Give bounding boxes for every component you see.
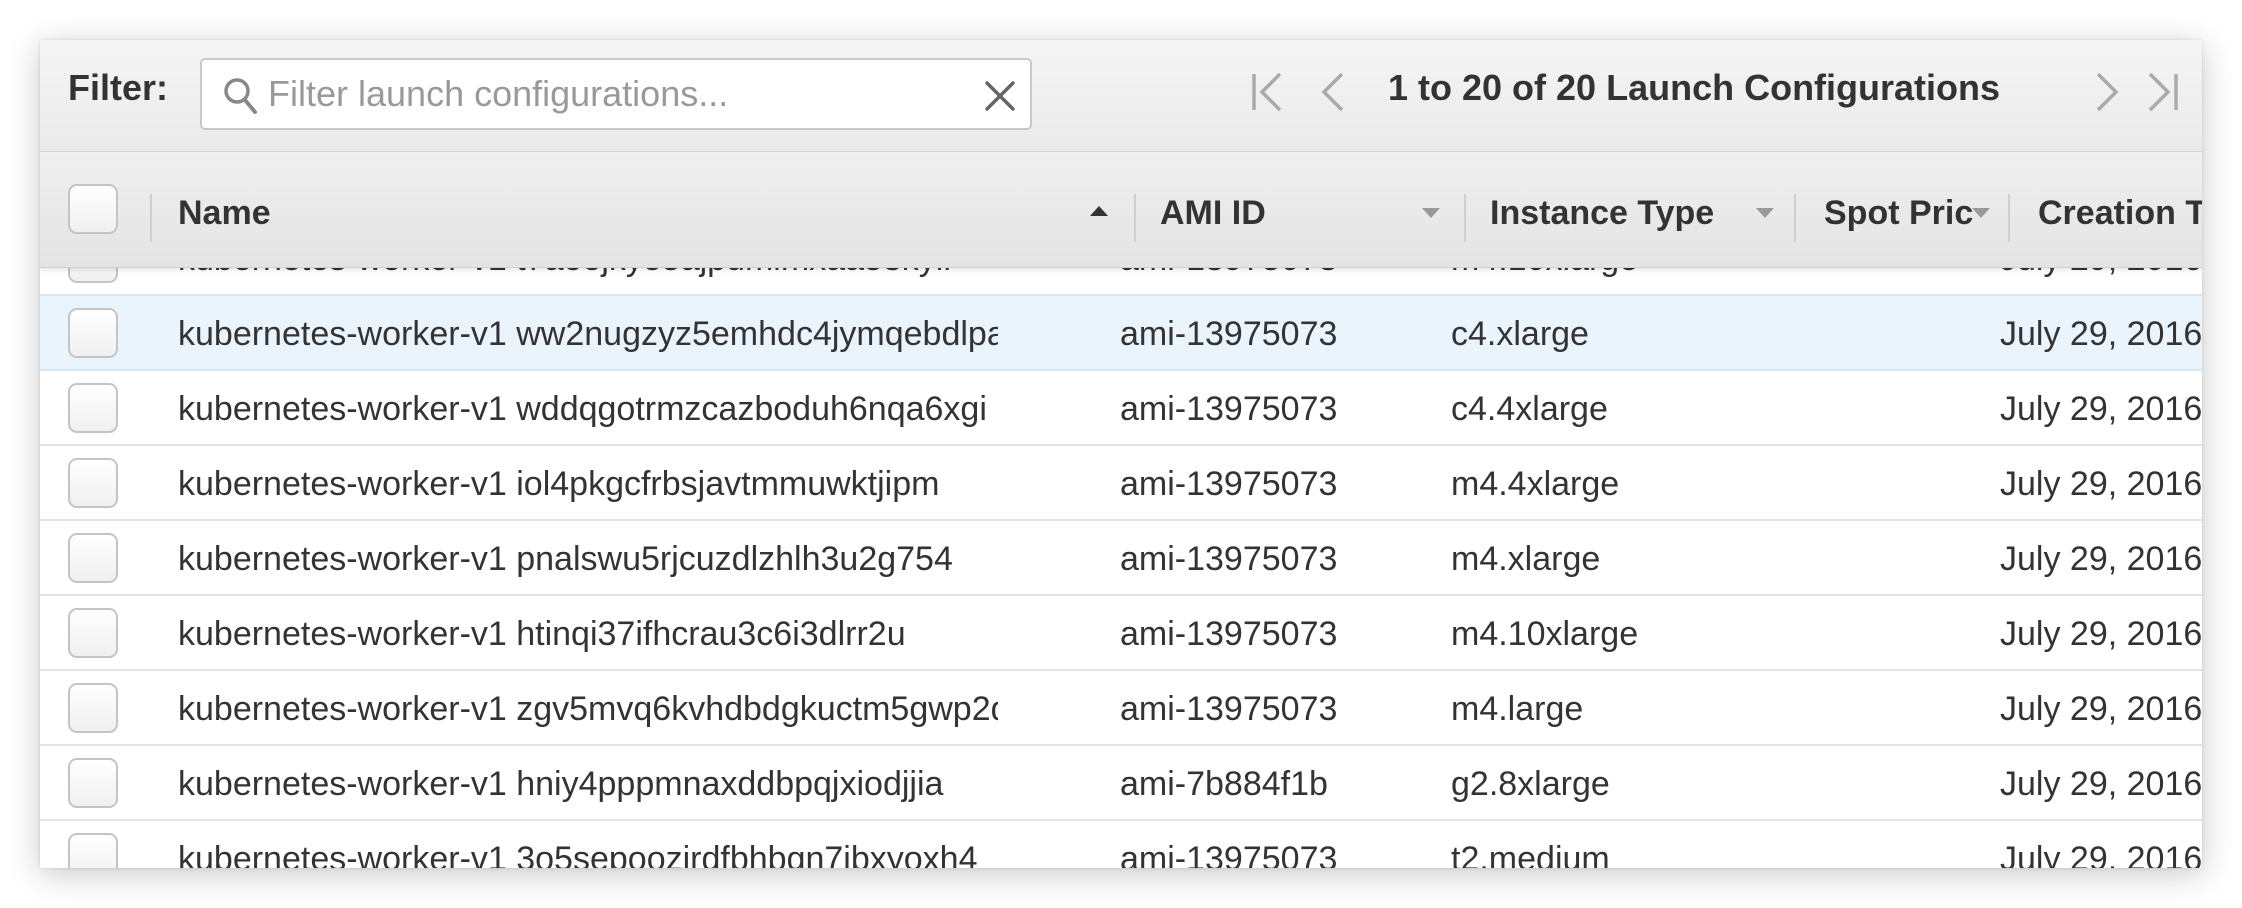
sort-caret-icon <box>1756 208 1774 218</box>
search-icon <box>222 76 258 121</box>
cell-creation-time: July 29, 2016 <box>2000 316 2202 353</box>
row-checkbox[interactable] <box>68 458 118 508</box>
row-checkbox[interactable] <box>68 758 118 808</box>
cell-name: kubernetes-worker-v1 3o5sepoozirdfbhbgn7… <box>178 841 978 868</box>
cell-ami-id: ami-7b884f1b <box>1120 766 1328 803</box>
row-checkbox[interactable] <box>68 833 118 868</box>
table-row[interactable]: kubernetes-worker-v1 pnalswu5rjcuzdlzhlh… <box>40 521 2202 596</box>
cell-creation-time: July 29, 2016 <box>2000 541 2202 578</box>
table-body: kubernetes-worker-v1 t7aoejkyo5ajpumimxa… <box>40 268 2202 868</box>
cell-name: kubernetes-worker-v1 wddqgotrmzcazboduh6… <box>178 391 987 428</box>
table-row[interactable]: kubernetes-worker-v1 htinqi37ifhcrau3c6i… <box>40 596 2202 671</box>
column-header-creation-time-label: Creation Tim <box>2038 194 2202 232</box>
cell-creation-time: July 29, 2016 <box>2000 841 2202 868</box>
cell-ami-id: ami-13975073 <box>1120 691 1338 728</box>
cell-creation-time: July 29, 2016 <box>2000 466 2202 503</box>
sort-caret-icon <box>1972 208 1990 218</box>
cell-name: kubernetes-worker-v1 hniy4pppmnaxddbpqjx… <box>178 766 944 803</box>
cell-creation-time: July 29, 2016 <box>2000 616 2202 653</box>
next-page-icon[interactable] <box>2094 70 2120 119</box>
cell-creation-time: July 29, 2016 <box>2000 268 2202 278</box>
clear-filter-icon[interactable] <box>982 78 1018 119</box>
table-row[interactable]: kubernetes-worker-v1 hniy4pppmnaxddbpqjx… <box>40 746 2202 821</box>
table-row[interactable]: kubernetes-worker-v1 wddqgotrmzcazboduh6… <box>40 371 2202 446</box>
cell-instance-type: m4.4xlarge <box>1451 466 1620 503</box>
cell-ami-id: ami-13975073 <box>1120 466 1338 503</box>
cell-instance-type: c4.xlarge <box>1451 316 1589 353</box>
cell-instance-type: g2.8xlarge <box>1451 766 1610 803</box>
filter-box <box>200 58 1032 130</box>
filter-label: Filter: <box>68 67 169 108</box>
cell-instance-type: t2.medium <box>1451 841 1610 868</box>
launch-configurations-panel: Filter: Filter launch configurations... … <box>40 40 2202 868</box>
cell-creation-time: July 29, 2016 <box>2000 766 2202 803</box>
cell-instance-type: m4.xlarge <box>1451 541 1601 578</box>
cell-ami-id: ami-13975073 <box>1120 541 1338 578</box>
table-row[interactable]: kubernetes-worker-v1 zgv5mvq6kvhdbdgkuct… <box>40 671 2202 746</box>
cell-instance-type: m4.large <box>1451 691 1584 728</box>
last-page-icon[interactable] <box>2146 70 2180 119</box>
row-checkbox[interactable] <box>68 608 118 658</box>
row-checkbox[interactable] <box>68 268 118 283</box>
cell-instance-type: c4.4xlarge <box>1451 391 1608 428</box>
cell-name: kubernetes-worker-v1 zgv5mvq6kvhdbdgkuct… <box>178 691 998 728</box>
cell-ami-id: ami-13975073 <box>1120 616 1338 653</box>
cell-ami-id: ami-13975073 <box>1120 268 1420 278</box>
row-checkbox[interactable] <box>68 308 118 358</box>
table-row[interactable]: kubernetes-worker-v1 3o5sepoozirdfbhbgn7… <box>40 821 2202 868</box>
select-all-checkbox[interactable] <box>68 184 118 234</box>
table-rows: kubernetes-worker-v1 t7aoejkyo5ajpumimxa… <box>40 268 2202 868</box>
cell-ami-id: ami-13975073 <box>1120 391 1338 428</box>
row-checkbox[interactable] <box>68 533 118 583</box>
previous-page-icon[interactable] <box>1320 70 1346 119</box>
column-header-spot-price[interactable]: Spot Pric <box>1796 152 2008 268</box>
pagination-status: 1 to 20 of 20 Launch Configurations <box>1388 67 2001 108</box>
column-header-name[interactable]: Name <box>152 152 1134 268</box>
cell-name: kubernetes-worker-v1 htinqi37ifhcrau3c6i… <box>178 616 906 653</box>
cell-ami-id: ami-13975073 <box>1120 841 1338 868</box>
cell-creation-time: July 29, 2016 <box>2000 391 2202 428</box>
cell-name: kubernetes-worker-v1 iol4pkgcfrbsjavtmmu… <box>178 466 940 503</box>
row-checkbox[interactable] <box>68 683 118 733</box>
filter-input[interactable] <box>268 70 948 118</box>
column-header-ami-id[interactable]: AMI ID <box>1136 152 1464 268</box>
cell-name: kubernetes-worker-v1 pnalswu5rjcuzdlzhlh… <box>178 541 953 578</box>
cell-creation-time: July 29, 2016 <box>2000 691 2202 728</box>
table-row[interactable]: kubernetes-worker-v1 ww2nugzyz5emhdc4jym… <box>40 296 2202 371</box>
sort-caret-icon <box>1422 208 1440 218</box>
table-row[interactable]: kubernetes-worker-v1 t7aoejkyo5ajpumimxa… <box>40 268 2202 296</box>
cell-ami-id: ami-13975073 <box>1120 316 1338 353</box>
row-checkbox[interactable] <box>68 383 118 433</box>
column-header-ami-id-label: AMI ID <box>1160 194 1266 232</box>
column-header-spot-price-label: Spot Pric <box>1824 194 1974 232</box>
cell-instance-type: m4.10xlarge <box>1451 268 1751 278</box>
cell-name: kubernetes-worker-v1 ww2nugzyz5emhdc4jym… <box>178 316 998 353</box>
first-page-icon[interactable] <box>1250 70 1284 119</box>
cell-instance-type: m4.10xlarge <box>1451 616 1639 653</box>
column-header-name-label: Name <box>178 194 271 232</box>
cell-name: kubernetes-worker-v1 t7aoejkyo5ajpumimxa… <box>178 268 998 278</box>
table-row[interactable]: kubernetes-worker-v1 iol4pkgcfrbsjavtmmu… <box>40 446 2202 521</box>
table-header: Name AMI ID Instance Type Spot Pric Crea… <box>40 152 2202 268</box>
column-header-creation-time[interactable]: Creation Tim <box>2010 152 2202 268</box>
column-header-instance-type-label: Instance Type <box>1490 194 1715 232</box>
column-header-instance-type[interactable]: Instance Type <box>1466 152 1794 268</box>
toolbar: Filter: Filter launch configurations... … <box>40 40 2202 152</box>
sort-ascending-icon <box>1090 206 1108 216</box>
